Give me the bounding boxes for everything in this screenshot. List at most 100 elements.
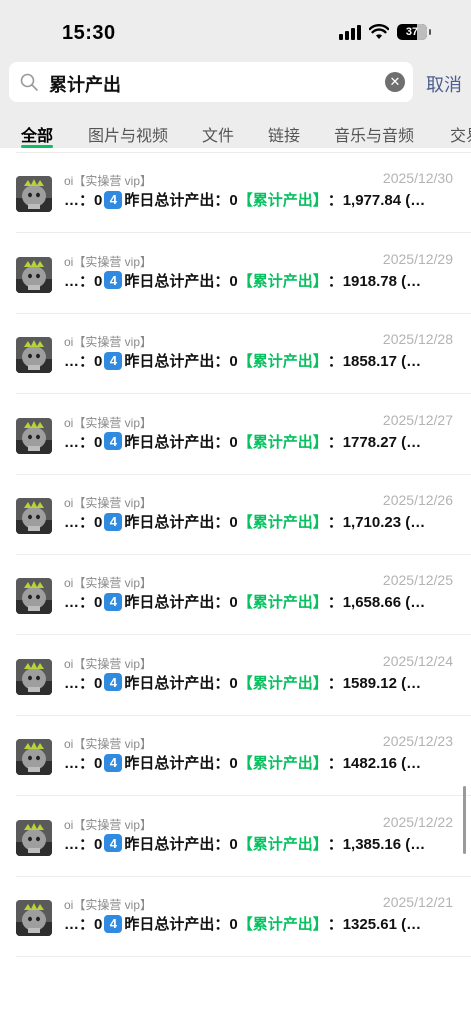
wifi-icon xyxy=(369,24,389,39)
keycap-four-icon: 4 xyxy=(104,351,123,370)
keycap-four-icon: 4 xyxy=(104,432,123,451)
snippet-suffix: ：1,658.66 (… xyxy=(327,594,426,612)
sender-name: oi【实操营 vip】 xyxy=(64,496,153,510)
snippet-prefix: …：0 xyxy=(64,835,103,853)
snippet-prefix: …：0 xyxy=(64,433,103,451)
snippet-prefix: …：0 xyxy=(64,916,103,933)
snippet-suffix: ：1,977.84 (… xyxy=(327,192,426,210)
search-result-item[interactable]: oi【实操营 vip】 2025/12/28 …：0 4 昨日总计产出：0 【累… xyxy=(0,314,471,395)
message-date: 2025/12/26 xyxy=(382,492,453,508)
sender-name: oi【实操营 vip】 xyxy=(64,174,153,189)
keyword-highlight: 【累计产出】 xyxy=(237,674,328,692)
keycap-four-icon: 4 xyxy=(104,753,123,772)
snippet-text: 昨日总计产出：0 xyxy=(124,916,238,933)
search-result-item[interactable]: oi【实操营 vip】 2025/12/26 …：0 4 昨日总计产出：0 【累… xyxy=(0,475,471,555)
status-icons: 37 xyxy=(339,24,431,40)
tab-images-videos[interactable]: 图片与视频 xyxy=(88,122,168,146)
message-snippet: …：0 4 昨日总计产出：0 【累计产出】 ：1,385.16 (… xyxy=(64,833,425,854)
message-date: 2025/12/24 xyxy=(382,652,453,669)
sender-name: oi【实操营 vip】 xyxy=(64,656,153,671)
cancel-button[interactable]: 取消 xyxy=(426,71,462,97)
cellular-signal-icon xyxy=(339,24,361,40)
message-date: 2025/12/29 xyxy=(382,250,453,267)
search-result-item[interactable]: oi【实操营 vip】 2025/12/27 …：0 4 昨日总计产出：0 【累… xyxy=(0,395,471,475)
snippet-text: 昨日总计产出：0 xyxy=(124,674,238,692)
search-result-item[interactable]: oi【实操营 vip】 2025/12/24 …：0 4 昨日总计产出：0 【累… xyxy=(0,636,471,716)
snippet-prefix: …：0 xyxy=(64,272,103,290)
snippet-prefix: …：0 xyxy=(64,674,103,692)
sender-name: oi【实操营 vip】 xyxy=(64,415,153,430)
status-bar: 15:30 37 xyxy=(0,0,471,56)
keyword-highlight: 【累计产出】 xyxy=(237,594,328,612)
search-results-list: oi【实操营 vip】 2025/12/31 …：0 4 昨日总计产出：0 【累… xyxy=(0,148,471,1024)
snippet-suffix: ：1,710.23 (… xyxy=(327,514,426,531)
message-snippet: …：0 4 昨日总计产出：0 【累计产出】 ：1325.61 (… xyxy=(64,913,421,934)
keycap-four-icon: 4 xyxy=(104,190,123,209)
scrollbar[interactable] xyxy=(463,786,466,854)
avatar xyxy=(16,337,52,374)
search-result-item[interactable]: oi【实操营 vip】 2025/12/22 …：0 4 昨日总计产出：0 【累… xyxy=(0,797,471,877)
battery-icon: 37 xyxy=(397,24,431,40)
keycap-four-icon: 4 xyxy=(104,271,123,290)
snippet-prefix: …：0 xyxy=(64,353,103,371)
search-result-item[interactable]: oi【实操营 vip】 2025/12/25 …：0 4 昨日总计产出：0 【累… xyxy=(0,555,471,636)
keyword-highlight: 【累计产出】 xyxy=(237,433,328,451)
keycap-four-icon: 4 xyxy=(104,673,123,692)
message-snippet: …：0 4 昨日总计产出：0 【累计产出】 ：1918.78 (… xyxy=(64,270,421,291)
snippet-prefix: …：0 xyxy=(64,192,103,210)
snippet-text: 昨日总计产出：0 xyxy=(124,433,238,451)
tab-files[interactable]: 文件 xyxy=(202,122,234,146)
snippet-text: 昨日总计产出：0 xyxy=(124,192,238,210)
avatar xyxy=(16,658,52,695)
sender-name: oi【实操营 vip】 xyxy=(64,254,153,269)
message-date: 2025/12/27 xyxy=(382,411,453,428)
snippet-text: 昨日总计产出：0 xyxy=(124,514,238,531)
sender-name: oi【实操营 vip】 xyxy=(64,335,153,350)
clear-icon[interactable]: ✕ xyxy=(385,72,405,92)
sender-name: oi【实操营 vip】 xyxy=(64,576,153,591)
divider xyxy=(16,956,471,957)
tab-transactions[interactable]: 交易 xyxy=(450,122,471,146)
message-snippet: …：0 4 昨日总计产出：0 【累计产出】 ：1,658.66 (… xyxy=(64,591,425,612)
avatar xyxy=(16,498,52,534)
snippet-suffix: ：1778.27 (… xyxy=(327,433,422,451)
message-snippet: …：0 4 昨日总计产出：0 【累计产出】 ：1858.17 (… xyxy=(64,350,421,371)
snippet-suffix: ：1858.17 (… xyxy=(327,353,422,371)
snippet-text: 昨日总计产出：0 xyxy=(124,594,238,612)
search-result-item[interactable]: oi【实操营 vip】 2025/12/23 …：0 4 昨日总计产出：0 【累… xyxy=(0,716,471,797)
snippet-suffix: ：1,385.16 (… xyxy=(327,835,426,853)
search-input[interactable]: 累计产出 ✕ xyxy=(9,62,413,102)
keycap-four-icon: 4 xyxy=(104,592,123,611)
message-snippet: …：0 4 昨日总计产出：0 【累计产出】 ：1482.16 (… xyxy=(64,752,421,773)
snippet-text: 昨日总计产出：0 xyxy=(124,755,238,773)
search-result-item[interactable]: oi【实操营 vip】 2025/12/30 …：0 4 昨日总计产出：0 【累… xyxy=(0,153,471,234)
status-time: 15:30 xyxy=(62,22,116,44)
snippet-suffix: ：1918.78 (… xyxy=(327,272,422,290)
message-snippet: …：0 4 昨日总计产出：0 【累计产出】 ：1,977.84 (… xyxy=(64,189,425,210)
tab-links[interactable]: 链接 xyxy=(268,122,300,146)
sender-name: oi【实操营 vip】 xyxy=(64,737,153,752)
avatar xyxy=(16,417,52,454)
keycap-four-icon: 4 xyxy=(104,834,123,853)
keycap-four-icon: 4 xyxy=(104,512,123,531)
message-date: 2025/12/30 xyxy=(382,170,453,187)
keyword-highlight: 【累计产出】 xyxy=(237,514,328,531)
keyword-highlight: 【累计产出】 xyxy=(237,916,328,933)
message-date: 2025/12/22 xyxy=(382,813,453,830)
message-date: 2025/12/25 xyxy=(382,572,453,589)
filter-tabs: 全部 图片与视频 文件 链接 音乐与音频 交易 xyxy=(0,108,471,148)
battery-level: 37 xyxy=(405,26,419,38)
keyword-highlight: 【累计产出】 xyxy=(237,353,328,371)
keycap-four-icon: 4 xyxy=(104,914,123,933)
search-result-item[interactable]: oi【实操营 vip】 2025/12/31 …：0 4 昨日总计产出：0 【累… xyxy=(0,148,471,153)
message-date: 2025/12/28 xyxy=(382,331,453,348)
snippet-text: 昨日总计产出：0 xyxy=(124,272,238,290)
keyword-highlight: 【累计产出】 xyxy=(237,192,328,210)
tab-all[interactable]: 全部 xyxy=(21,122,53,146)
avatar xyxy=(16,819,52,856)
search-result-item[interactable]: oi【实操营 vip】 2025/12/29 …：0 4 昨日总计产出：0 【累… xyxy=(0,234,471,314)
search-query: 累计产出 xyxy=(49,75,121,95)
search-result-item[interactable]: oi【实操营 vip】 2025/12/21 …：0 4 昨日总计产出：0 【累… xyxy=(0,877,471,957)
tab-music-audio[interactable]: 音乐与音频 xyxy=(334,122,414,146)
search-icon xyxy=(20,73,38,91)
